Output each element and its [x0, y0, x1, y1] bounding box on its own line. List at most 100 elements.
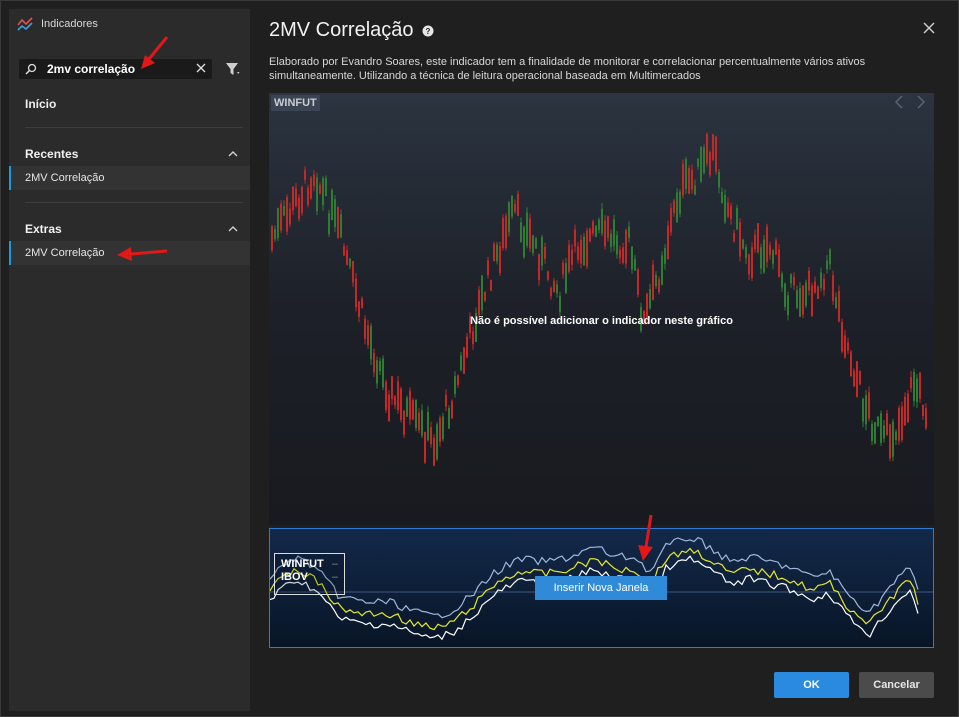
- candle-body: [619, 249, 621, 258]
- indicator-description: Elaborado por Evandro Soares, este indic…: [269, 56, 866, 82]
- chevron-right-icon[interactable]: [916, 95, 926, 109]
- chevron-left-icon[interactable]: [894, 95, 904, 109]
- question-circle-icon[interactable]: ?: [422, 25, 434, 37]
- candle-body: [388, 394, 390, 421]
- candle-body: [592, 221, 594, 234]
- candle-body: [448, 407, 450, 429]
- candle-body: [847, 342, 849, 351]
- candle-body: [343, 246, 345, 256]
- search-box[interactable]: [19, 59, 212, 79]
- clear-search-icon[interactable]: [195, 62, 207, 74]
- chevron-up-icon[interactable]: [228, 224, 238, 234]
- candle-body: [790, 274, 792, 284]
- home-link[interactable]: Início: [25, 97, 56, 111]
- candle-body: [883, 425, 885, 439]
- candle-body: [634, 258, 636, 271]
- sidebar-item-label: 2MV Correlação: [25, 172, 105, 184]
- candle-body: [349, 258, 351, 267]
- candle-body: [463, 347, 465, 374]
- candle-body: [910, 376, 912, 389]
- candle-body: [340, 214, 342, 238]
- candle-body: [835, 297, 837, 309]
- candle-body: [280, 203, 282, 231]
- candle-body: [886, 413, 888, 435]
- candle-body: [814, 281, 816, 293]
- candle-body: [745, 247, 747, 259]
- cancel-button[interactable]: Cancelar: [859, 672, 934, 698]
- candle-body: [550, 287, 552, 297]
- candle-body: [370, 325, 372, 360]
- candle-body: [394, 396, 396, 406]
- ok-button[interactable]: OK: [774, 672, 849, 698]
- candle-body: [487, 260, 489, 276]
- candle-body: [484, 292, 486, 301]
- candle-body: [739, 222, 741, 257]
- candle-body: [316, 177, 318, 212]
- candle-body: [466, 336, 468, 358]
- sidebar-item-label: 2MV Correlação: [25, 247, 105, 259]
- candle-body: [274, 229, 276, 240]
- candle-body: [331, 189, 333, 221]
- candle-body: [541, 237, 543, 266]
- candle-body: [751, 247, 753, 279]
- section-title-recentes[interactable]: Recentes: [25, 147, 78, 161]
- candle-body: [454, 376, 456, 394]
- candle-body: [733, 232, 735, 242]
- annotation-arrow-icon: [141, 36, 169, 69]
- candle-body: [802, 285, 804, 315]
- candle-body: [439, 417, 441, 442]
- indicator-panel: WINFUT – IBOV – Inserir Nova Janela: [269, 528, 934, 648]
- funnel-icon[interactable]: [225, 61, 241, 77]
- legend: WINFUT – IBOV –: [274, 553, 345, 595]
- candle-body: [856, 361, 858, 397]
- candle-body: [607, 216, 609, 238]
- candle-body: [712, 134, 714, 160]
- candle-body: [382, 358, 384, 388]
- chevron-up-icon[interactable]: [228, 149, 238, 159]
- candle-body: [763, 239, 765, 273]
- candle-body: [661, 255, 663, 285]
- candle-body: [325, 177, 327, 197]
- candle-body: [409, 390, 411, 420]
- sidebar: Indicadores Início Recentes 2MV Correlaç…: [9, 9, 250, 711]
- candle-body: [691, 169, 693, 190]
- candle-body: [679, 191, 681, 214]
- candle-body: [301, 186, 303, 214]
- section-title-extras[interactable]: Extras: [25, 222, 62, 236]
- candle-body: [328, 213, 330, 235]
- ticker-badge: WINFUT: [271, 95, 320, 111]
- candle-body: [916, 378, 918, 403]
- window-title: Indicadores: [41, 18, 98, 30]
- insert-new-window-button[interactable]: Inserir Nova Janela: [535, 576, 667, 600]
- candle-body: [337, 206, 339, 239]
- candle-body: [832, 275, 834, 301]
- candle-body: [787, 295, 789, 316]
- candle-body: [850, 351, 852, 376]
- chart-nav: [894, 95, 926, 109]
- candle-body: [481, 275, 483, 311]
- candle-body: [889, 424, 891, 459]
- candle-body: [556, 284, 558, 294]
- candle-body: [655, 274, 657, 287]
- candle-body: [427, 411, 429, 441]
- candle-body: [436, 424, 438, 460]
- candle-body: [571, 249, 573, 265]
- candle-body: [871, 423, 873, 442]
- cannot-add-message: Não é possível adicionar o indicador nes…: [470, 315, 733, 327]
- candle-body: [415, 399, 417, 429]
- candle-body: [451, 400, 453, 419]
- candle-body: [715, 136, 717, 172]
- candle-body: [286, 196, 288, 232]
- candle-body: [775, 240, 777, 255]
- candle-body: [736, 207, 738, 230]
- legend-item: IBOV –: [281, 571, 338, 583]
- candle-body: [904, 396, 906, 426]
- candle-body: [478, 289, 480, 315]
- candle-body: [613, 219, 615, 246]
- sidebar-item-recent-2mv-correlacao[interactable]: 2MV Correlação: [9, 166, 250, 190]
- annotation-arrow-icon: [117, 247, 168, 261]
- candle-body: [826, 260, 828, 270]
- candle-body: [574, 229, 576, 247]
- indicators-dialog: Indicadores Início Recentes 2MV Correlaç…: [0, 0, 959, 717]
- close-icon[interactable]: [922, 21, 936, 35]
